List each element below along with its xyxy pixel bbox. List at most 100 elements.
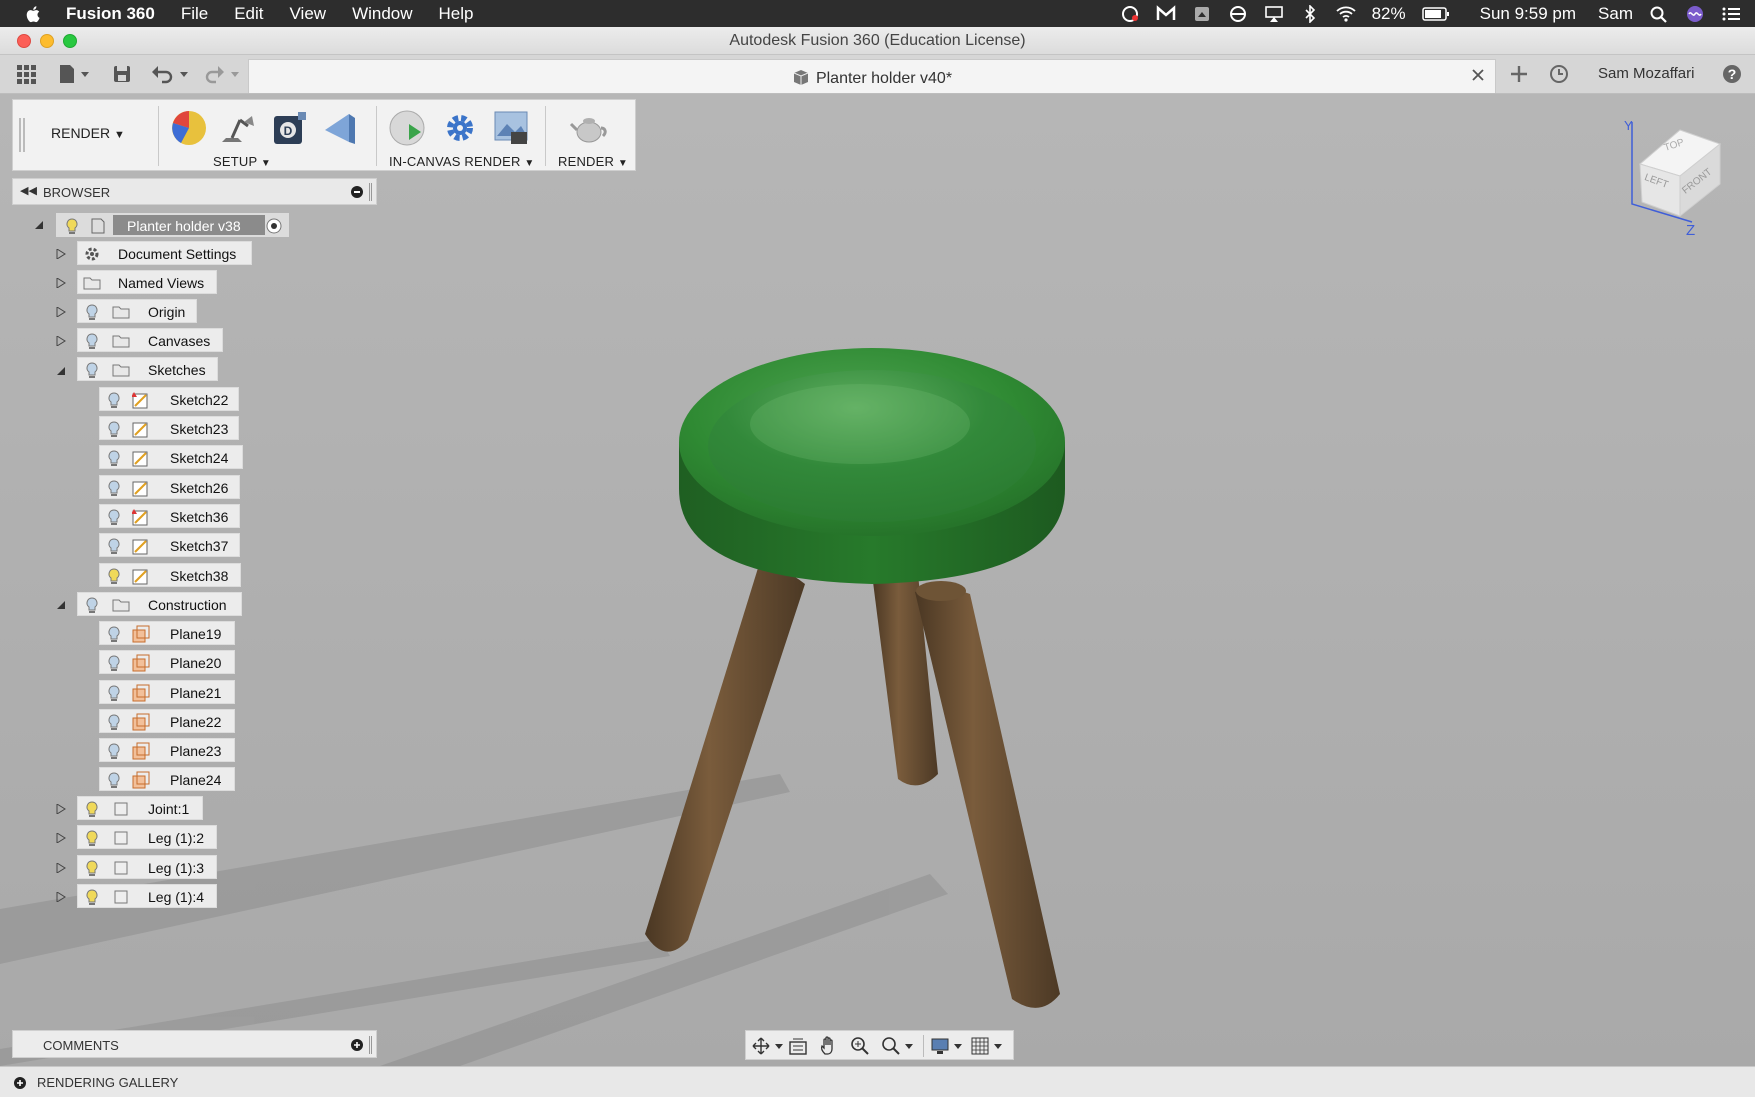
expand-leg-icon[interactable]	[56, 892, 66, 902]
browser-node-sketch[interactable]: Sketch36	[99, 504, 240, 528]
lightbulb-off-icon[interactable]	[105, 391, 123, 409]
scene-settings-icon[interactable]	[216, 108, 256, 148]
browser-node-sketch[interactable]: Sketch26	[99, 475, 240, 499]
app-menu-fusion[interactable]: Fusion 360	[66, 4, 155, 24]
zoom-icon[interactable]	[850, 1036, 870, 1056]
browser-node-sketch[interactable]: Sketch23	[99, 416, 239, 440]
browser-node-sketches[interactable]: Sketches	[77, 357, 218, 381]
capture-image-icon[interactable]	[491, 108, 531, 148]
airplay-icon[interactable]	[1264, 5, 1284, 23]
lightbulb-on-icon[interactable]	[83, 829, 101, 847]
apple-menu-icon[interactable]	[24, 4, 44, 24]
lightbulb-off-icon[interactable]	[105, 742, 123, 760]
menu-help[interactable]: Help	[439, 4, 474, 24]
browser-node-leg[interactable]: Leg (1):2	[77, 825, 217, 849]
siri-icon[interactable]	[1685, 5, 1705, 23]
browser-node-plane[interactable]: Plane21	[99, 680, 235, 704]
appearance-icon[interactable]	[169, 108, 209, 148]
toolbar-grip[interactable]	[19, 118, 25, 152]
lightbulb-off-icon[interactable]	[105, 420, 123, 438]
lightbulb-on-icon[interactable]	[83, 859, 101, 877]
save-icon[interactable]	[111, 63, 133, 85]
lightbulb-off-icon[interactable]	[83, 596, 101, 614]
spotlight-search-icon[interactable]	[1649, 5, 1669, 23]
in-canvas-render-settings-icon[interactable]	[440, 108, 480, 148]
add-comment-icon[interactable]	[351, 1039, 363, 1051]
collapse-construction-icon[interactable]	[56, 600, 66, 610]
notification-center-icon[interactable]	[1721, 5, 1741, 23]
collapse-sketches-icon[interactable]	[56, 366, 66, 376]
fit-zoom-icon[interactable]	[881, 1036, 915, 1056]
pan-hand-icon[interactable]	[819, 1036, 839, 1056]
browser-node-plane[interactable]: Plane22	[99, 709, 235, 733]
render-group-label[interactable]: RENDER ▼	[558, 154, 628, 169]
expand-origin-icon[interactable]	[56, 307, 66, 317]
lightbulb-off-icon[interactable]	[105, 771, 123, 789]
browser-node-leg[interactable]: Leg (1):4	[77, 884, 217, 908]
user-account-name[interactable]: Sam Mozaffari	[1598, 65, 1694, 82]
archive-icon[interactable]	[1192, 5, 1212, 23]
lightbulb-off-icon[interactable]	[83, 332, 101, 350]
menu-edit[interactable]: Edit	[234, 4, 263, 24]
decal-icon[interactable]	[319, 108, 359, 148]
bluetooth-icon[interactable]	[1300, 4, 1320, 23]
lightbulb-off-icon[interactable]	[83, 303, 101, 321]
browser-node-plane[interactable]: Plane20	[99, 650, 235, 674]
menu-window[interactable]: Window	[352, 4, 412, 24]
expand-canvases-icon[interactable]	[56, 336, 66, 346]
texture-map-icon[interactable]: D	[270, 108, 310, 148]
new-tab-plus-icon[interactable]	[1508, 63, 1530, 85]
lightbulb-on-icon[interactable]	[83, 888, 101, 906]
expand-root-icon[interactable]	[34, 220, 44, 230]
lightbulb-off-icon[interactable]	[105, 625, 123, 643]
lightbulb-off-icon[interactable]	[105, 508, 123, 526]
panel-resize-handle[interactable]	[369, 183, 372, 201]
wifi-icon[interactable]	[1335, 5, 1356, 23]
browser-node-leg[interactable]: Leg (1):3	[77, 855, 217, 879]
sync-icon[interactable]	[1228, 5, 1248, 23]
in-canvas-render-group-label[interactable]: IN-CANVAS RENDER ▼	[389, 154, 534, 169]
comments-panel-header[interactable]: COMMENTS	[12, 1030, 377, 1058]
setup-group-label[interactable]: SETUP ▼	[213, 154, 271, 169]
render-teapot-icon[interactable]	[569, 108, 609, 148]
grid-settings-icon[interactable]	[970, 1036, 1004, 1056]
display-settings-icon[interactable]	[930, 1036, 964, 1056]
orbit-icon[interactable]	[751, 1036, 785, 1056]
activate-component-icon[interactable]	[265, 217, 283, 235]
menubar-clock[interactable]: Sun 9:59 pm	[1480, 4, 1576, 24]
browser-node-canvases[interactable]: Canvases	[77, 328, 223, 352]
undo-icon[interactable]	[150, 63, 194, 85]
expand-document-settings-icon[interactable]	[56, 249, 66, 259]
look-at-icon[interactable]	[788, 1036, 808, 1056]
data-panel-grid-icon[interactable]	[15, 63, 37, 85]
menubar-user[interactable]: Sam	[1598, 4, 1633, 24]
browser-node-named-views[interactable]: Named Views	[77, 270, 217, 294]
canvas-viewport[interactable]	[0, 94, 1755, 1066]
browser-node-sketch[interactable]: Sketch37	[99, 533, 240, 557]
lightbulb-on-icon[interactable]	[83, 800, 101, 818]
menu-view[interactable]: View	[290, 4, 327, 24]
help-icon[interactable]: ?	[1721, 63, 1743, 85]
browser-node-origin[interactable]: Origin	[77, 299, 197, 323]
rendering-gallery-bar[interactable]: RENDERING GALLERY	[0, 1066, 1755, 1097]
browser-panel-header[interactable]: ◀◀ BROWSER	[12, 178, 377, 205]
browser-root-node[interactable]: Planter holder v38	[56, 213, 289, 237]
redo-icon[interactable]	[204, 63, 244, 85]
file-menu-icon[interactable]	[57, 63, 93, 85]
expand-joint-icon[interactable]	[56, 804, 66, 814]
lightbulb-off-icon[interactable]	[105, 654, 123, 672]
lightbulb-off-icon[interactable]	[105, 537, 123, 555]
workspace-switcher[interactable]: RENDER ▼	[51, 125, 125, 141]
browser-node-plane[interactable]: Plane24	[99, 767, 235, 791]
browser-node-plane[interactable]: Plane23	[99, 738, 235, 762]
lightbulb-off-icon[interactable]	[105, 449, 123, 467]
document-tab[interactable]: Planter holder v40*	[248, 59, 1496, 93]
minimize-panel-icon[interactable]	[351, 186, 363, 198]
expand-gallery-icon[interactable]	[14, 1077, 26, 1089]
browser-node-sketch[interactable]: Sketch22	[99, 387, 239, 411]
lightbulb-on-icon[interactable]	[63, 217, 81, 235]
lightbulb-off-icon[interactable]	[105, 713, 123, 731]
browser-node-document-settings[interactable]: Document Settings	[77, 241, 252, 265]
in-canvas-render-icon[interactable]	[387, 108, 427, 148]
browser-node-sketch[interactable]: Sketch24	[99, 445, 243, 469]
